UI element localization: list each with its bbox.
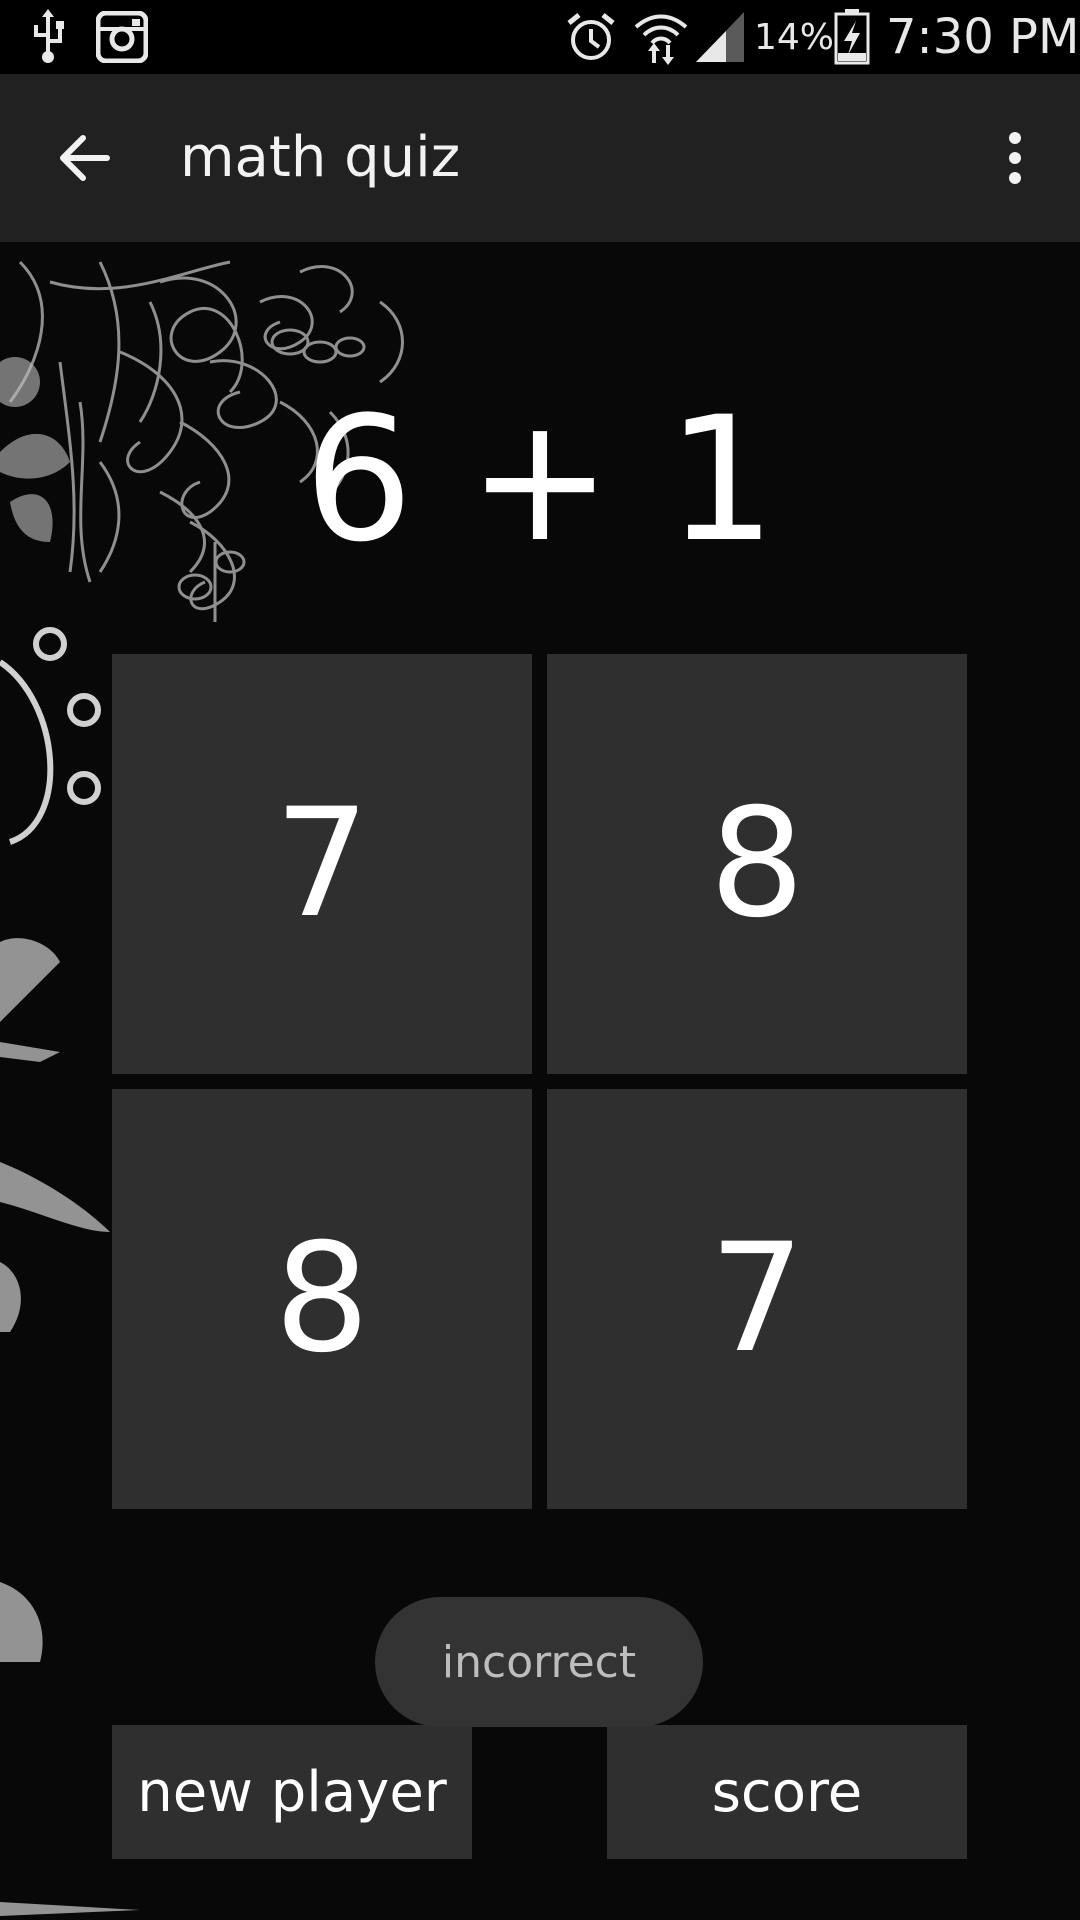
answer-tile-2[interactable]: 8 (547, 654, 967, 1074)
score-button[interactable]: score (607, 1725, 967, 1859)
answer-tile-3[interactable]: 8 (112, 1089, 532, 1509)
status-bar: 14% 7:30 PM (0, 0, 1080, 74)
new-player-button[interactable]: new player (112, 1725, 472, 1859)
toast-message: incorrect (375, 1597, 703, 1727)
battery-percent: 14% (754, 16, 835, 58)
overflow-menu-button[interactable] (980, 118, 1050, 198)
clock: 7:30 PM (886, 9, 1080, 65)
instagram-icon (96, 0, 148, 74)
answer-tile-1[interactable]: 7 (112, 654, 532, 1074)
back-button[interactable] (40, 118, 130, 198)
screen: 14% 7:30 PM math quiz 6 + 1 7 8 8 7 inco… (0, 0, 1080, 1920)
alarm-icon (565, 0, 617, 74)
answer-tile-4[interactable]: 7 (547, 1089, 967, 1509)
arrow-back-icon (60, 135, 110, 181)
app-title: math quiz (180, 125, 461, 190)
more-vertical-icon (1009, 132, 1021, 184)
question-text: 6 + 1 (303, 379, 777, 580)
battery-charging-icon (834, 0, 870, 74)
usb-icon (28, 0, 68, 74)
app-bar: math quiz (0, 74, 1080, 242)
signal-icon (696, 0, 744, 74)
wifi-icon (632, 0, 690, 74)
